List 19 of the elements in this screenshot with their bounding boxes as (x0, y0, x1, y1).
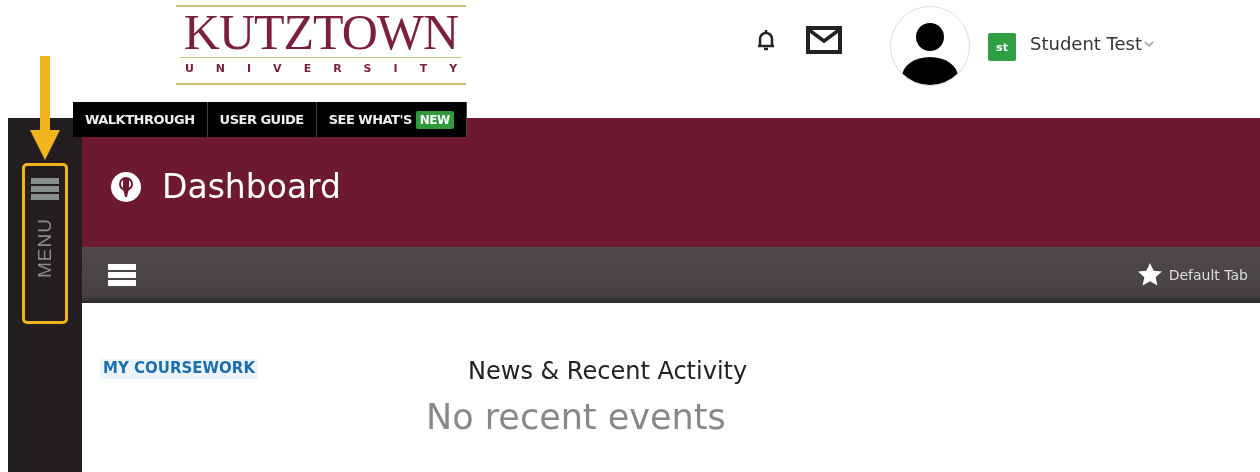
caret-icon (1144, 39, 1155, 48)
page-title: Dashboard (162, 167, 342, 206)
coursework-heading: MY COURSEWORK (100, 359, 259, 379)
mail-icon[interactable] (806, 26, 842, 54)
news-heading: News & Recent Activity (468, 357, 748, 385)
menu-icon (31, 178, 59, 200)
logo-wordmark: KUTZTOWN (179, 7, 463, 58)
menu-button[interactable]: MENU (22, 163, 68, 324)
star-icon (1136, 262, 1163, 288)
user-menu[interactable]: Student Test (1030, 33, 1155, 54)
menu-icon (108, 264, 136, 286)
logo-subtitle: UNIVERSITY (184, 61, 480, 77)
bell-icon[interactable] (756, 28, 776, 52)
default-tab-button[interactable]: Default Tab (1136, 262, 1248, 288)
empty-message: No recent events (426, 397, 727, 437)
arrow-icon (30, 56, 60, 160)
user-initials: st (988, 33, 1016, 61)
new-badge: NEW (415, 110, 454, 129)
dashboard-icon (110, 170, 142, 203)
